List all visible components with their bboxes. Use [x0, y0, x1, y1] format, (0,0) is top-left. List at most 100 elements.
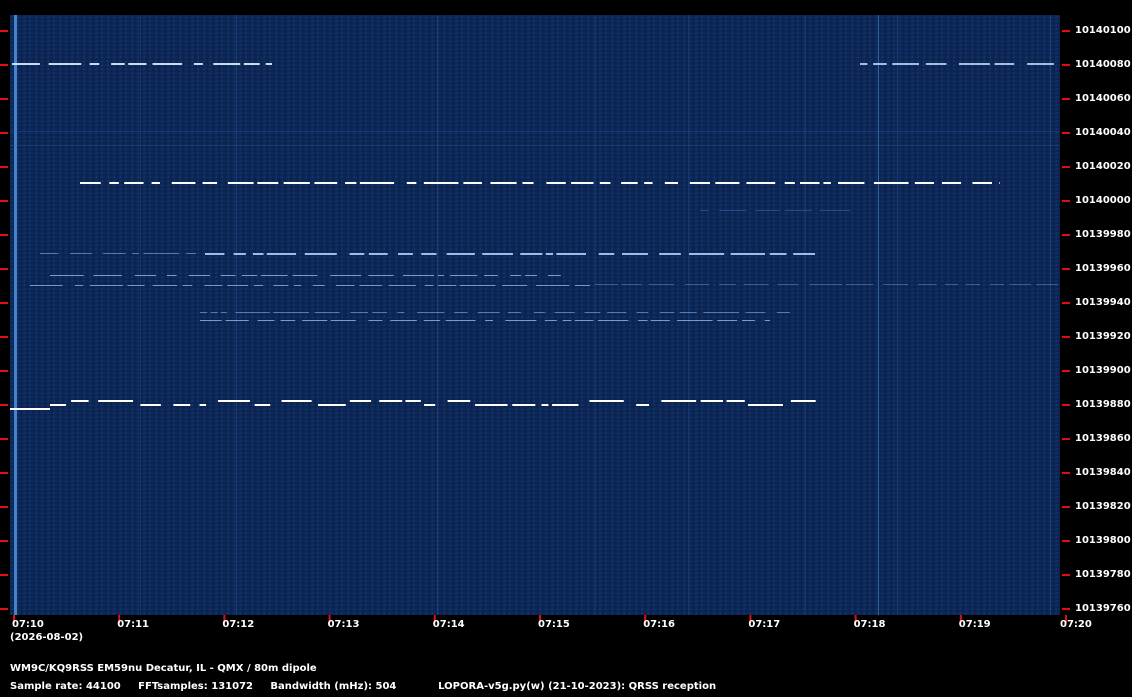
signal-dash — [745, 312, 766, 313]
signal-dash — [689, 182, 710, 184]
signal-dash — [304, 253, 337, 255]
signal-dash — [173, 404, 191, 406]
signal-dash — [437, 275, 444, 276]
signal-dash — [50, 275, 84, 276]
frequency-label: 10140100 — [1075, 25, 1131, 36]
signal-dash — [809, 284, 843, 285]
signal-dash — [490, 182, 517, 184]
signal-dash — [703, 312, 740, 313]
frequency-label: 10140080 — [1075, 59, 1131, 70]
signal-dash — [819, 210, 850, 211]
time-label: 07:13 — [327, 619, 360, 630]
signal-dash — [730, 253, 766, 255]
noise-streak — [688, 15, 689, 615]
signal-dash — [30, 285, 63, 286]
frequency-label: 10139840 — [1075, 467, 1131, 478]
noise-streak — [805, 15, 806, 615]
signal-dash — [89, 285, 124, 286]
signal-dash — [243, 63, 260, 65]
signal-dash — [659, 253, 681, 255]
right-tick — [1062, 132, 1070, 134]
signal-dash — [152, 63, 183, 65]
signal-dash — [769, 253, 787, 255]
signal-dash — [589, 400, 624, 402]
time-label: 07:15 — [538, 619, 570, 630]
signal-dash — [546, 182, 566, 184]
signal-dash — [502, 285, 528, 286]
signal-dash — [330, 320, 356, 321]
frequency-label: 10140020 — [1075, 161, 1131, 172]
signal-dash — [958, 63, 990, 65]
signal-dash — [520, 253, 543, 255]
signal-dash — [424, 404, 436, 406]
signal-dash — [318, 404, 346, 406]
noise-streak — [878, 15, 879, 615]
signal-dash — [664, 182, 678, 184]
signal-dash — [1036, 284, 1058, 285]
signal-dash — [253, 285, 264, 286]
time-label: 07:16 — [643, 619, 676, 630]
signal-dash — [151, 182, 160, 184]
signal-dash — [679, 312, 697, 313]
signal-dash — [227, 285, 249, 286]
software-version: LOPORA-v5g.py(w) (21-10-2023): QRSS rece… — [438, 681, 717, 692]
signal-dash — [213, 63, 241, 65]
signal-dash — [111, 63, 125, 65]
signal-dash — [302, 320, 328, 321]
signal-dash — [124, 182, 144, 184]
signal-dash — [80, 182, 101, 184]
date-label: (2026-08-02) — [10, 632, 84, 643]
signal-dash — [541, 404, 549, 406]
signal-dash — [777, 284, 799, 285]
signal-dash — [257, 320, 275, 321]
signal-dash — [314, 182, 338, 184]
signal-dash — [205, 253, 225, 255]
noise-streak — [236, 15, 237, 615]
noise-streak — [1050, 15, 1051, 615]
signal-dash — [312, 285, 325, 286]
faint-band — [10, 131, 1060, 132]
time-label: 07:19 — [958, 619, 991, 630]
left-tick — [0, 268, 8, 270]
signal-dash — [482, 253, 513, 255]
signal-dash — [621, 182, 638, 184]
signal-dash — [406, 182, 417, 184]
signal-dash — [423, 320, 441, 321]
signal-dash — [547, 275, 561, 276]
receiver-info: Sample rate: 44100 FFTsamples: 131072 Ba… — [10, 681, 716, 692]
signal-dash — [421, 253, 437, 255]
signal-dash — [972, 182, 992, 184]
signal-dash — [597, 320, 629, 321]
left-tick — [0, 370, 8, 372]
signal-dash — [74, 285, 83, 286]
signal-dash — [171, 182, 196, 184]
signal-dash — [424, 285, 434, 286]
signal-dash — [459, 285, 496, 286]
signal-dash — [350, 312, 368, 313]
spectrogram-waterfall — [0, 15, 1070, 623]
noise-streak — [14, 15, 17, 615]
spectrogram-area — [10, 15, 1060, 615]
right-tick — [1062, 506, 1070, 508]
signal-dash — [202, 182, 218, 184]
signal-dash — [965, 284, 981, 285]
signal-dash — [552, 404, 579, 406]
signal-dash — [892, 63, 919, 65]
signal-dash — [677, 320, 713, 321]
signal-dash — [454, 312, 468, 313]
signal-dash — [873, 182, 909, 184]
signal-dash — [254, 404, 271, 406]
signal-dash — [134, 275, 157, 276]
right-tick — [1062, 234, 1070, 236]
left-tick — [0, 540, 8, 542]
signal-dash — [359, 285, 383, 286]
signal-dash — [446, 253, 475, 255]
right-tick — [1062, 472, 1070, 474]
signal-dash — [650, 320, 670, 321]
frequency-label: 10139820 — [1075, 501, 1131, 512]
signal-dash — [210, 312, 218, 313]
signal-dash — [390, 320, 417, 321]
station-info: WM9C/KQ9RSS EM59nu Decatur, IL - QMX / 8… — [10, 663, 317, 674]
signal-dash — [438, 285, 457, 286]
signal-dash — [225, 320, 249, 321]
